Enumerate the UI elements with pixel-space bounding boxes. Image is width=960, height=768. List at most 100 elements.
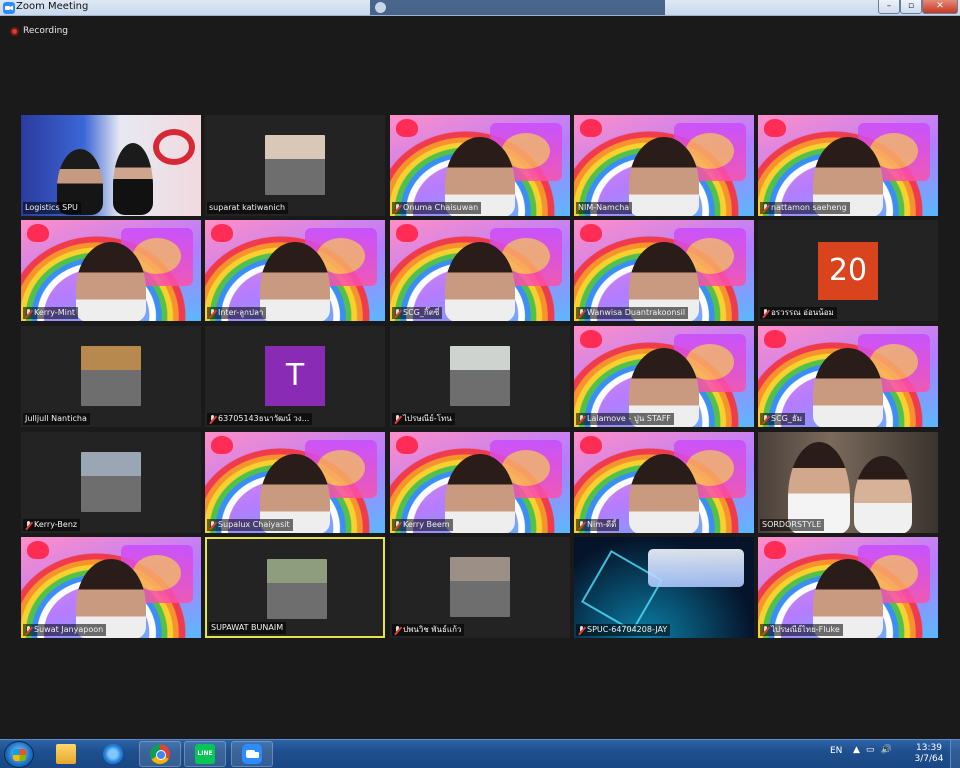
profile-picture (81, 346, 141, 406)
participant-name: nattamon saeheng (771, 203, 847, 212)
participant-name: SCG_ธัม (771, 414, 803, 423)
recording-indicator[interactable]: Recording (10, 26, 68, 36)
clock-date: 3/7/64 (914, 754, 944, 764)
participant-tile[interactable]: nattamon saeheng (758, 115, 938, 216)
avatar: T (265, 346, 325, 406)
participant-name-label: Inter-ลูกปลา (207, 307, 267, 319)
virtual-background (758, 537, 938, 638)
recording-label: Recording (23, 26, 69, 36)
heart-emoji-icon (396, 224, 418, 242)
heart-emoji-icon (396, 436, 418, 454)
language-indicator[interactable]: EN (830, 746, 842, 756)
participant-tile[interactable]: SCG_ธัม (758, 326, 938, 427)
heart-emoji-icon (27, 224, 49, 242)
participant-name: ปพนวิช พันธ์แก้ว (403, 625, 462, 634)
participant-tile[interactable]: Logistics SPU (21, 115, 201, 216)
participant-name-label: Supalux Chaiyasit (207, 519, 293, 531)
participant-name: Wanwisa Duantrakoonsil (587, 308, 686, 317)
participant-tile[interactable]: Supalux Chaiyasit (205, 432, 385, 533)
virtual-background (574, 220, 754, 321)
participant-name-label: Lalamove - ปูน STAFF (576, 413, 674, 425)
profile-picture (450, 557, 510, 617)
heart-emoji-icon (580, 224, 602, 242)
participant-name: 63705143ธนาวัฒน์ วง... (218, 414, 310, 423)
virtual-background (574, 115, 754, 216)
window-titlebar: Zoom Meeting – ▫ ✕ (0, 0, 960, 16)
participant-tile[interactable]: ไปรษณีย์-โทน (390, 326, 570, 427)
neon-background (574, 537, 754, 638)
recording-icon (10, 26, 19, 36)
minimize-button[interactable]: – (878, 0, 900, 14)
muted-mic-icon (762, 308, 769, 318)
participant-tile[interactable]: suparat katiwanich (205, 115, 385, 216)
participant-tile[interactable]: Julljull Nanticha (21, 326, 201, 427)
participant-tile[interactable]: SUPAWAT BUNAIM (205, 537, 385, 638)
taskbar-app-button[interactable] (231, 741, 273, 767)
profile-picture (265, 135, 325, 195)
profile-picture (267, 559, 327, 619)
participant-name: SORDORSTYLE (762, 520, 822, 529)
participant-name: อรวรรณ อ่อนน้อม (771, 308, 834, 317)
window-title: Zoom Meeting (16, 1, 89, 12)
participant-tile[interactable]: ไปรษณีย์ไทย-Fluke (758, 537, 938, 638)
video-gallery: Recording Logistics SPU suparat katiwanic… (0, 16, 960, 739)
participant-tile[interactable]: SORDORSTYLE (758, 432, 938, 533)
participant-tile[interactable]: Lalamove - ปูน STAFF (574, 326, 754, 427)
participant-tile[interactable]: 20 อรวรรณ อ่อนน้อม (758, 220, 938, 321)
participant-tile[interactable]: Onuma Chaisuwan (390, 115, 570, 216)
participant-tile[interactable]: SCG_กิ๊ตซี่ (390, 220, 570, 321)
heart-emoji-icon (764, 330, 786, 348)
clock[interactable]: 13:39 3/7/64 (914, 743, 944, 765)
participant-name-label: ไปรษณีย์ไทย-Fluke (760, 624, 843, 636)
participant-tile[interactable]: Inter-ลูกปลา (205, 220, 385, 321)
participant-name: SUPAWAT BUNAIM (211, 623, 284, 632)
line-icon: LINE (195, 744, 215, 764)
participant-name: SPUC-64704208-JAY (587, 625, 668, 634)
virtual-background (205, 220, 385, 321)
volume-icon[interactable]: 🔊 (880, 745, 891, 755)
virtual-background (574, 432, 754, 533)
muted-mic-icon (25, 625, 32, 635)
participant-tile[interactable]: Suwat Janyapoon (21, 537, 201, 638)
taskbar-app-button[interactable] (139, 741, 181, 767)
virtual-background (758, 115, 938, 216)
participant-tile[interactable]: Nim-ดีดี้ (574, 432, 754, 533)
participant-tile[interactable]: SPUC-64704208-JAY (574, 537, 754, 638)
taskbar-app-button[interactable] (45, 741, 87, 767)
participant-tile[interactable]: Wanwisa Duantrakoonsil (574, 220, 754, 321)
room-background (758, 432, 938, 533)
participant-tile[interactable]: ปพนวิช พันธ์แก้ว (390, 537, 570, 638)
participant-tile[interactable]: Kerry Beem (390, 432, 570, 533)
maximize-button[interactable]: ▫ (900, 0, 922, 14)
participant-tile[interactable]: Kerry-Mint (21, 220, 201, 321)
muted-mic-icon (394, 520, 401, 530)
network-icon[interactable]: ▭ (866, 745, 875, 755)
tray-arrow-icon[interactable]: ▲ (853, 745, 860, 755)
background-window-strip (370, 0, 665, 15)
participant-tile[interactable]: T 63705143ธนาวัฒน์ วง... (205, 326, 385, 427)
participant-name-label: Julljull Nanticha (23, 413, 90, 425)
participant-name-label: Kerry-Mint (23, 307, 79, 319)
participant-tile[interactable]: Kerry-Benz (21, 432, 201, 533)
muted-mic-icon (394, 625, 401, 635)
virtual-background (390, 220, 570, 321)
folder-icon (56, 744, 76, 764)
virtual-background (390, 115, 570, 216)
muted-mic-icon (209, 308, 216, 318)
background-window-icon (375, 2, 386, 13)
participant-name-label: NIM-Namcha (576, 202, 633, 214)
start-button[interactable] (4, 741, 34, 768)
heart-emoji-icon (211, 436, 233, 454)
taskbar-app-button[interactable]: LINE (184, 741, 226, 767)
taskbar-app-button[interactable] (92, 741, 134, 767)
close-button[interactable]: ✕ (922, 0, 958, 14)
virtual-background (574, 326, 754, 427)
participant-name-label: suparat katiwanich (207, 202, 289, 214)
muted-mic-icon (209, 520, 216, 530)
logistics-spu-logo (648, 549, 744, 587)
heart-emoji-icon (580, 119, 602, 137)
heart-emoji-icon (580, 330, 602, 348)
show-desktop-button[interactable] (950, 740, 960, 768)
participant-tile[interactable]: NIM-Namcha (574, 115, 754, 216)
profile-picture (450, 346, 510, 406)
